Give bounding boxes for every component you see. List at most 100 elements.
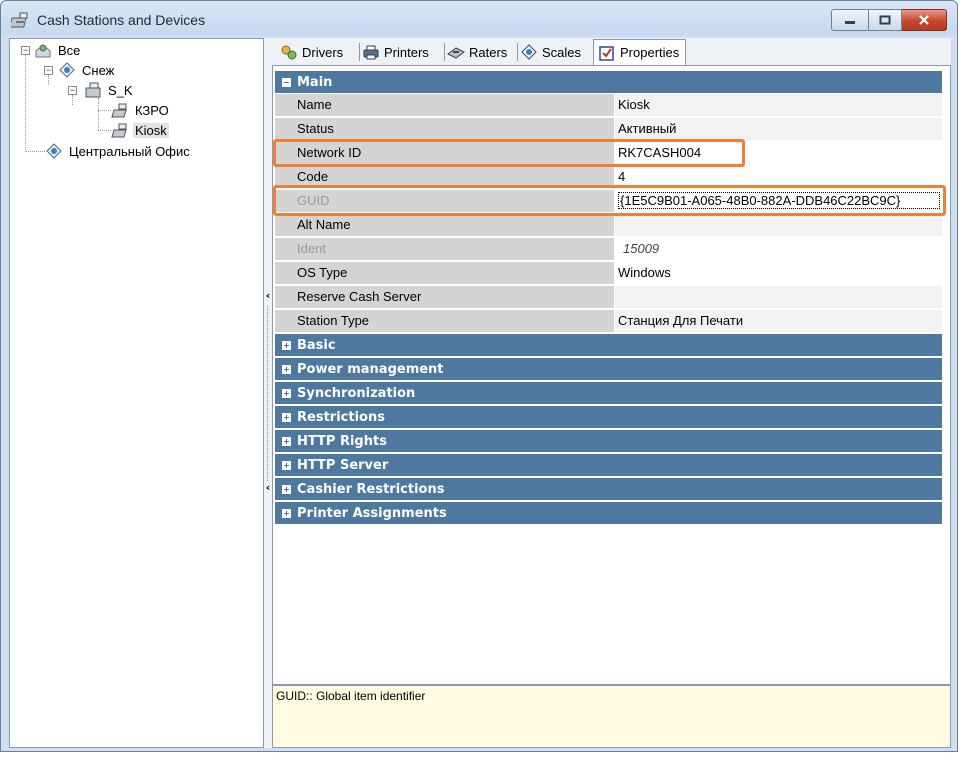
tab-label: Scales [542, 44, 582, 60]
cash-register-icon [111, 123, 127, 138]
property-value[interactable]: 15009 [615, 238, 942, 260]
expand-icon[interactable] [282, 508, 291, 518]
tab-separator [359, 43, 360, 61]
collapse-toggle[interactable]: − [44, 66, 53, 75]
property-name: Ident [275, 238, 614, 260]
property-row-alt-name[interactable]: Alt Name [275, 214, 942, 237]
close-icon [919, 15, 929, 25]
property-value[interactable]: Активный [615, 118, 942, 140]
cash-server-icon [85, 82, 101, 98]
expand-icon[interactable] [282, 388, 291, 398]
property-grid[interactable]: Main Name Kiosk Status Активный Network … [272, 65, 951, 685]
collapse-left-icon[interactable]: ‹ [264, 481, 272, 495]
property-name: Reserve Cash Server [275, 286, 614, 308]
close-button[interactable] [902, 9, 947, 31]
window-title: Cash Stations and Devices [37, 12, 206, 28]
tree-node-kiosk[interactable]: Kiosk [111, 121, 169, 139]
panel-splitter[interactable]: ‹ ‹ [264, 38, 272, 748]
expand-icon[interactable] [282, 412, 291, 422]
property-value[interactable]: Станция Для Печати [615, 310, 942, 332]
category-label: HTTP Server [297, 457, 389, 473]
tree-label: Снеж [82, 62, 115, 78]
category-label: Basic [297, 337, 336, 353]
collapse-toggle[interactable]: − [68, 86, 77, 95]
category-label: HTTP Rights [297, 433, 387, 449]
expand-icon[interactable] [282, 436, 291, 446]
category-printer-assignments[interactable]: Printer Assignments [275, 502, 942, 524]
collapse-left-icon[interactable]: ‹ [264, 289, 272, 303]
tab-separator [517, 43, 518, 61]
tree-label: Центральный Офис [69, 143, 190, 159]
collapse-icon[interactable] [282, 77, 291, 87]
expand-icon[interactable] [282, 460, 291, 470]
property-value[interactable]: Kiosk [615, 94, 942, 116]
tab-properties[interactable]: Properties [593, 39, 687, 65]
client-area: − Все − Снеж − S_K КЗРО Kiosk Центральны… [9, 38, 951, 748]
tab-scales[interactable]: Scales [520, 41, 581, 63]
category-power-management[interactable]: Power management [275, 358, 942, 380]
category-synchronization[interactable]: Synchronization [275, 382, 942, 404]
category-label: Main [297, 74, 333, 90]
category-http-rights[interactable]: HTTP Rights [275, 430, 942, 452]
rater-icon [447, 47, 465, 59]
tab-raters[interactable]: Raters [447, 41, 507, 63]
tree-node-sk[interactable]: S_K [84, 81, 135, 99]
property-row-os-type[interactable]: OS Type Windows [275, 262, 942, 285]
tree-node-root[interactable]: Все [34, 41, 82, 59]
tree-node-kzro[interactable]: КЗРО [111, 101, 171, 119]
category-basic[interactable]: Basic [275, 334, 942, 356]
expand-icon[interactable] [282, 340, 291, 350]
cash-register-icon [111, 103, 127, 118]
tab-label: Printers [384, 44, 429, 60]
station-tree[interactable]: − Все − Снеж − S_K КЗРО Kiosk Центральны… [9, 38, 264, 748]
category-label: Restrictions [297, 409, 385, 425]
category-main[interactable]: Main [275, 71, 942, 93]
category-label: Cashier Restrictions [297, 481, 445, 497]
highlight-network-id [273, 139, 745, 167]
collapse-toggle[interactable]: − [21, 46, 30, 55]
property-value[interactable]: Windows [615, 262, 942, 284]
category-restrictions[interactable]: Restrictions [275, 406, 942, 428]
tab-separator [444, 43, 445, 61]
properties-icon [599, 45, 614, 61]
tree-line [72, 95, 73, 105]
category-cashier-restrictions[interactable]: Cashier Restrictions [275, 478, 942, 500]
tree-label: S_K [108, 82, 133, 98]
cash-station-icon [11, 12, 28, 28]
tree-line [98, 110, 111, 111]
property-row-ident[interactable]: Ident 15009 [275, 238, 942, 261]
tree-node-snezh[interactable]: Снеж [58, 61, 116, 79]
minimize-button[interactable] [831, 9, 869, 31]
tree-line [25, 151, 45, 152]
maximize-button[interactable] [869, 9, 902, 31]
category-label: Printer Assignments [297, 505, 447, 521]
property-row-status[interactable]: Status Активный [275, 118, 942, 141]
network-root-icon [35, 44, 51, 58]
category-http-server[interactable]: HTTP Server [275, 454, 942, 476]
title-bar[interactable]: Cash Stations and Devices [1, 1, 957, 37]
drivers-icon [281, 45, 297, 60]
property-row-station-type[interactable]: Station Type Станция Для Печати [275, 310, 942, 333]
tab-label: Properties [620, 45, 680, 60]
tree-node-central-office[interactable]: Центральный Офис [45, 142, 192, 160]
restaurant-icon [46, 143, 62, 159]
property-value[interactable] [615, 286, 942, 308]
tree-label: Все [58, 42, 81, 58]
category-label: Synchronization [297, 385, 416, 401]
app-window: Cash Stations and Devices − Все − Снеж −… [0, 0, 958, 752]
highlight-guid [273, 185, 946, 216]
property-name: Station Type [275, 310, 614, 332]
property-row-reserve-cash-server[interactable]: Reserve Cash Server [275, 286, 942, 309]
maximize-icon [879, 15, 891, 25]
tree-line [48, 75, 49, 85]
category-label: Power management [297, 361, 444, 377]
tab-drivers[interactable]: Drivers [280, 41, 343, 63]
expand-icon[interactable] [282, 484, 291, 494]
expand-icon[interactable] [282, 364, 291, 374]
printer-icon [363, 45, 379, 60]
tree-line [98, 130, 111, 131]
window-controls [831, 9, 947, 31]
property-value[interactable] [615, 214, 942, 236]
tab-printers[interactable]: Printers [362, 41, 429, 63]
property-row-name[interactable]: Name Kiosk [275, 94, 942, 117]
